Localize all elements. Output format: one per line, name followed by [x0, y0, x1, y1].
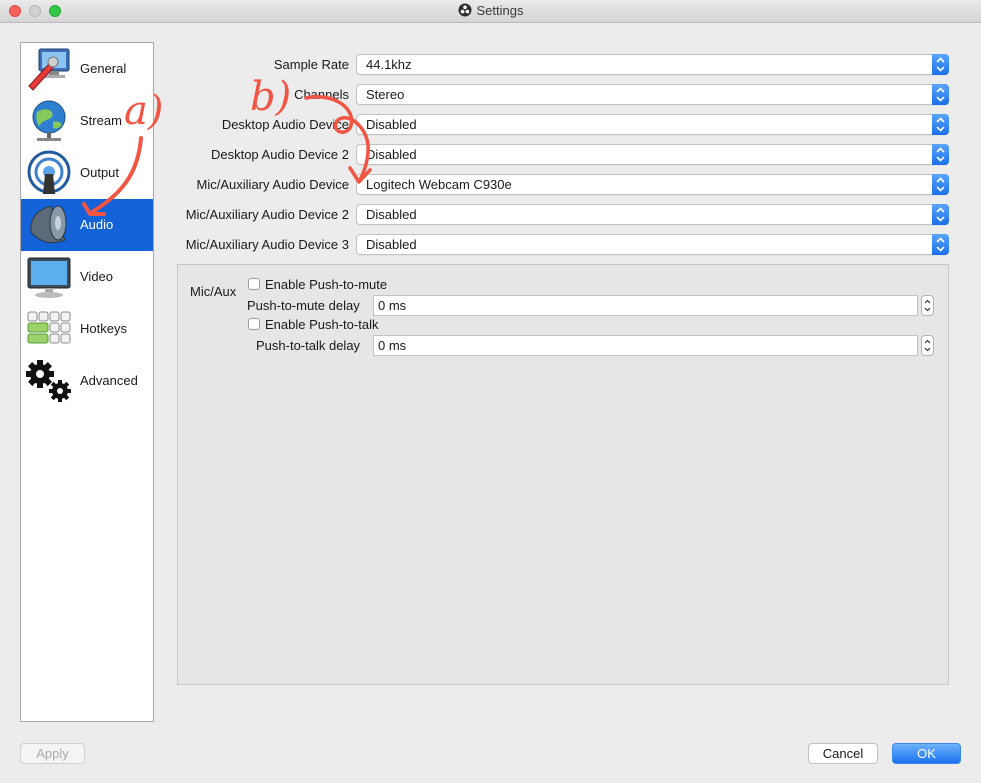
annotation-b-label: b) [250, 74, 291, 120]
annotation-arrow-b [304, 95, 370, 182]
annotation-overlay: a) b) [82, 74, 372, 216]
annotation-a-label: a) [124, 88, 163, 134]
annotation-arrow-a [90, 136, 143, 214]
annotation-arrowhead-b [348, 166, 372, 184]
